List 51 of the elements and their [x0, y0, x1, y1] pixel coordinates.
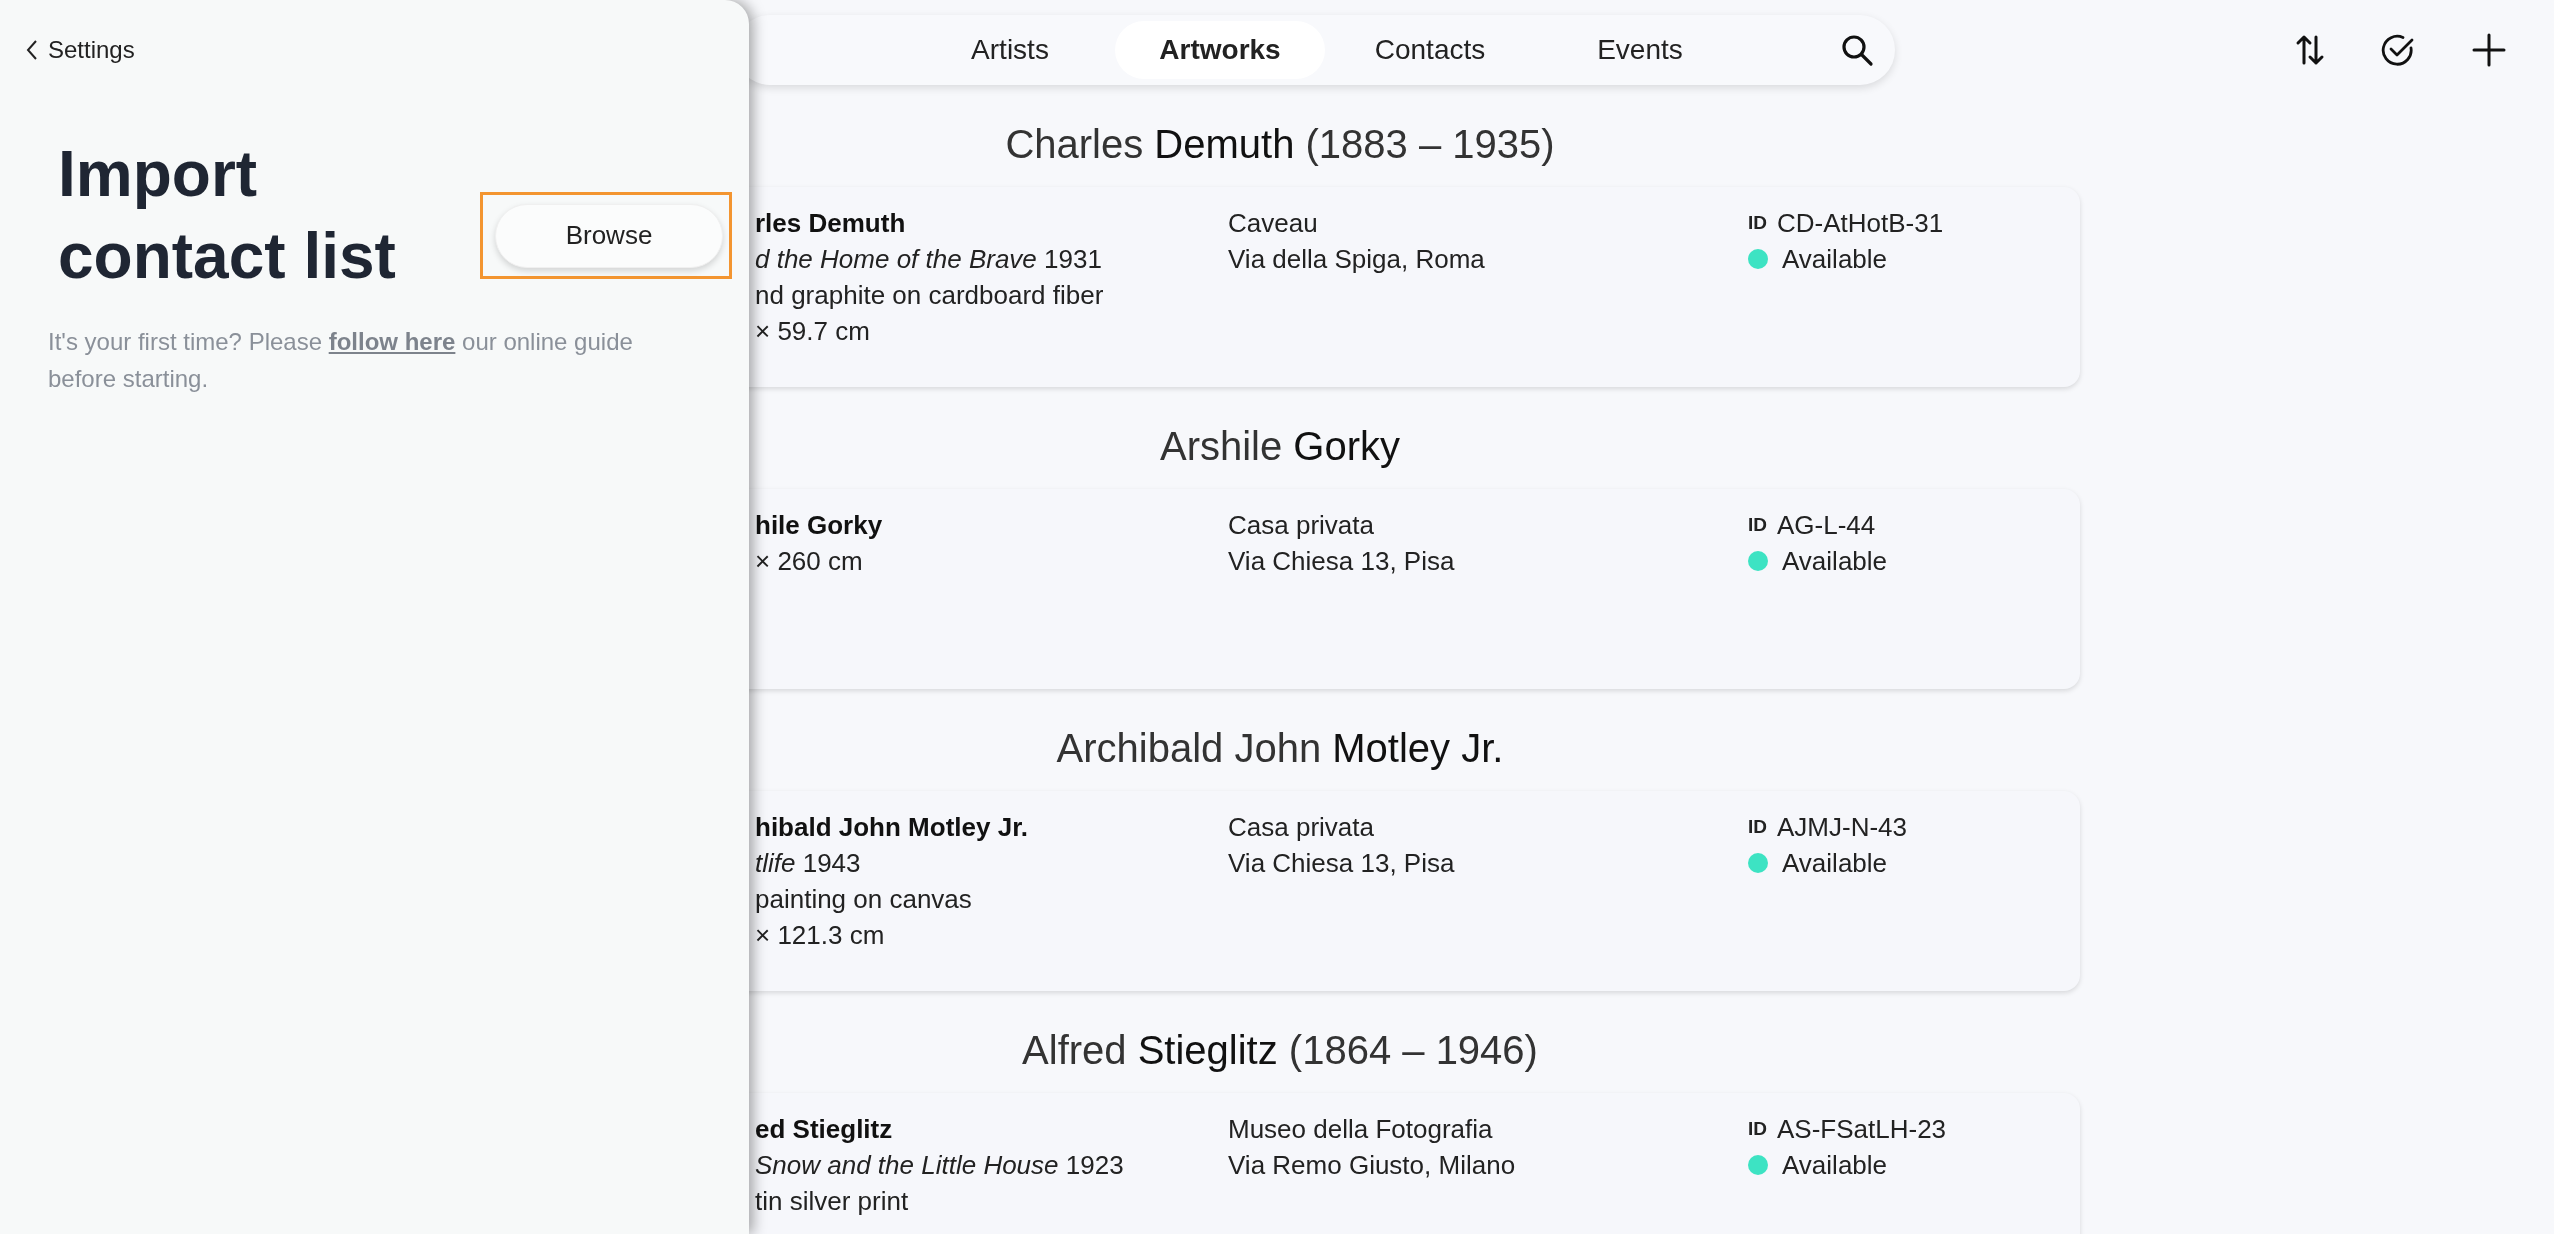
artwork-id: AG-L-44 — [1777, 509, 1876, 542]
artwork-detail: × 260 cm — [755, 545, 864, 578]
location-name: Casa privata — [1228, 811, 1375, 844]
browse-button[interactable]: Browse — [495, 203, 723, 268]
artwork-id: CD-AtHotB-31 — [1777, 207, 1944, 240]
location-address: Via Remo Giusto, Milano — [1228, 1149, 1517, 1182]
status-label: Available — [1782, 1149, 1888, 1182]
status-label: Available — [1782, 243, 1888, 276]
artwork-detail: × 121.3 cm — [755, 919, 886, 952]
artist-heading: Archibald John Motley Jr. — [1055, 725, 1505, 771]
guide-link[interactable]: follow here — [328, 328, 456, 355]
artwork-detail: tin silver print — [755, 1185, 910, 1218]
tab[interactable]: Events — [1535, 21, 1745, 79]
artwork-detail: × 59.7 cm — [755, 315, 871, 348]
id-label: ID — [1748, 815, 1767, 839]
location-name: Museo della Fotografia — [1228, 1113, 1494, 1146]
tab[interactable]: Contacts — [1325, 21, 1535, 79]
check-circle-icon[interactable] — [2381, 33, 2415, 67]
id-label: ID — [1748, 1117, 1767, 1141]
artist-heading: Alfred Stieglitz (1864 – 1946) — [1021, 1027, 1539, 1073]
tab[interactable]: Artworks — [1115, 21, 1325, 79]
artwork-detail: nd graphite on cardboard fiber — [755, 279, 1105, 312]
location-address: Via Chiesa 13, Pisa — [1228, 847, 1456, 880]
location-address: Via Chiesa 13, Pisa — [1228, 545, 1456, 578]
artwork-detail: hile Gorky — [755, 509, 884, 542]
search-icon[interactable] — [1840, 33, 1874, 67]
artwork-detail: painting on canvas — [755, 883, 973, 916]
location-address: Via della Spiga, Roma — [1228, 243, 1486, 276]
artwork-id: AS-FSatLH-23 — [1777, 1113, 1947, 1146]
sort-icon[interactable] — [2295, 33, 2325, 67]
tab[interactable]: Artists — [905, 21, 1115, 79]
location-name: Caveau — [1228, 207, 1319, 240]
plus-icon[interactable] — [2471, 32, 2507, 68]
artwork-detail: hibald John Motley Jr. — [755, 811, 1030, 844]
status-label: Available — [1782, 847, 1888, 880]
location-name: Casa privata — [1228, 509, 1375, 542]
artwork-detail: ed Stieglitz — [755, 1113, 894, 1146]
id-label: ID — [1748, 211, 1767, 235]
id-label: ID — [1748, 513, 1767, 537]
artwork-detail: d the Home of the Brave 1931 — [755, 243, 1103, 276]
artwork-detail: tlife 1943 — [755, 847, 862, 880]
artwork-detail: rles Demuth — [755, 207, 907, 240]
artist-heading: Charles Demuth (1883 – 1935) — [1004, 121, 1556, 167]
back-link[interactable]: Settings — [26, 36, 135, 64]
panel-title: Import contact list — [58, 137, 397, 294]
chevron-left-icon — [26, 39, 38, 61]
artwork-detail: Snow and the Little House 1923 — [755, 1149, 1125, 1182]
status-label: Available — [1782, 545, 1888, 578]
artist-heading: Arshile Gorky — [1158, 423, 1402, 469]
artwork-id: AJMJ-N-43 — [1777, 811, 1907, 844]
guide-text: It's your first time? Please follow here our online guide before starting. — [48, 327, 634, 394]
